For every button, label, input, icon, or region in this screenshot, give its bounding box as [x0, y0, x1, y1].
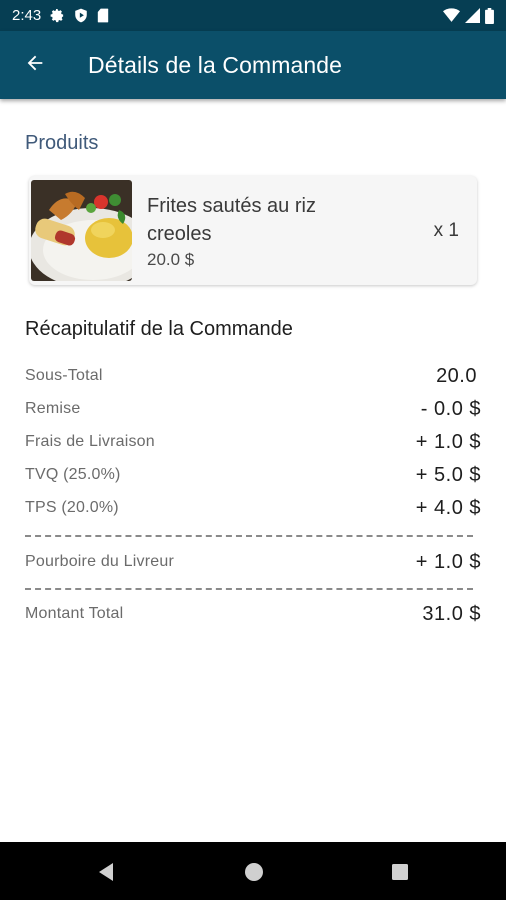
- summary-row-subtotal: Sous-Total 20.0: [25, 363, 481, 389]
- product-name: Frites sautés au riz creoles: [147, 194, 316, 245]
- recents-square-icon: [388, 864, 412, 888]
- status-left: 2:43: [12, 7, 109, 24]
- divider-dashed: [25, 535, 473, 537]
- row-label: Pourboire du Livreur: [25, 553, 174, 570]
- summary-row-tps: TPS (20.0%) + 4.0 $: [25, 495, 481, 521]
- gear-icon: [50, 8, 65, 23]
- wifi-icon: [443, 8, 460, 23]
- row-value: + 1.0 $: [415, 430, 481, 453]
- summary-row-discount: Remise - 0.0 $: [25, 396, 481, 422]
- summary-row-tip: Pourboire du Livreur + 1.0 $: [25, 549, 481, 575]
- sd-card-icon: [97, 8, 109, 23]
- product-info: Frites sautés au riz creoles 20.0 $: [147, 192, 434, 270]
- nav-home-button[interactable]: [242, 860, 266, 884]
- battery-icon: [485, 7, 494, 24]
- product-image: [31, 180, 132, 281]
- back-triangle-icon: [95, 863, 119, 888]
- product-quantity: x 1: [433, 219, 459, 241]
- summary-row-total: Montant Total 31.0 $: [25, 601, 481, 627]
- row-label: TVQ (25.0%): [25, 466, 121, 483]
- row-label: Remise: [25, 400, 81, 417]
- system-nav-bar: [0, 842, 506, 900]
- home-circle-icon: [242, 863, 266, 888]
- product-price: 20.0 $: [147, 249, 195, 269]
- row-value: - 0.0 $: [420, 397, 481, 420]
- row-value: 31.0 $: [422, 602, 481, 625]
- shield-play-icon: [74, 8, 88, 23]
- summary-title: Récapitulatif de la Commande: [25, 318, 293, 340]
- status-bar: 2:43: [0, 0, 506, 31]
- row-value: + 1.0 $: [415, 550, 481, 573]
- cell-signal-icon: [465, 8, 480, 23]
- row-value: + 5.0 $: [415, 463, 481, 486]
- status-time: 2:43: [12, 7, 42, 24]
- divider-dashed: [25, 588, 473, 590]
- app-bar: Détails de la Commande: [0, 31, 506, 99]
- page-title: Détails de la Commande: [88, 51, 343, 78]
- product-card[interactable]: Frites sautés au riz creoles 20.0 $ x 1: [29, 176, 477, 285]
- row-label: TPS (20.0%): [25, 499, 119, 516]
- summary-row-delivery-fee: Frais de Livraison + 1.0 $: [25, 429, 481, 455]
- nav-back-button[interactable]: [95, 860, 119, 884]
- summary-row-tvq: TVQ (25.0%) + 5.0 $: [25, 462, 481, 488]
- row-value: 20.0: [436, 364, 477, 387]
- back-button[interactable]: [0, 31, 70, 99]
- status-right: [443, 7, 494, 24]
- row-label: Sous-Total: [25, 367, 103, 384]
- row-label: Frais de Livraison: [25, 433, 155, 450]
- row-value: + 4.0 $: [415, 496, 481, 519]
- row-label: Montant Total: [25, 605, 124, 622]
- arrow-left-icon: [24, 52, 46, 79]
- nav-recents-button[interactable]: [388, 860, 412, 884]
- products-heading: Produits: [25, 132, 99, 154]
